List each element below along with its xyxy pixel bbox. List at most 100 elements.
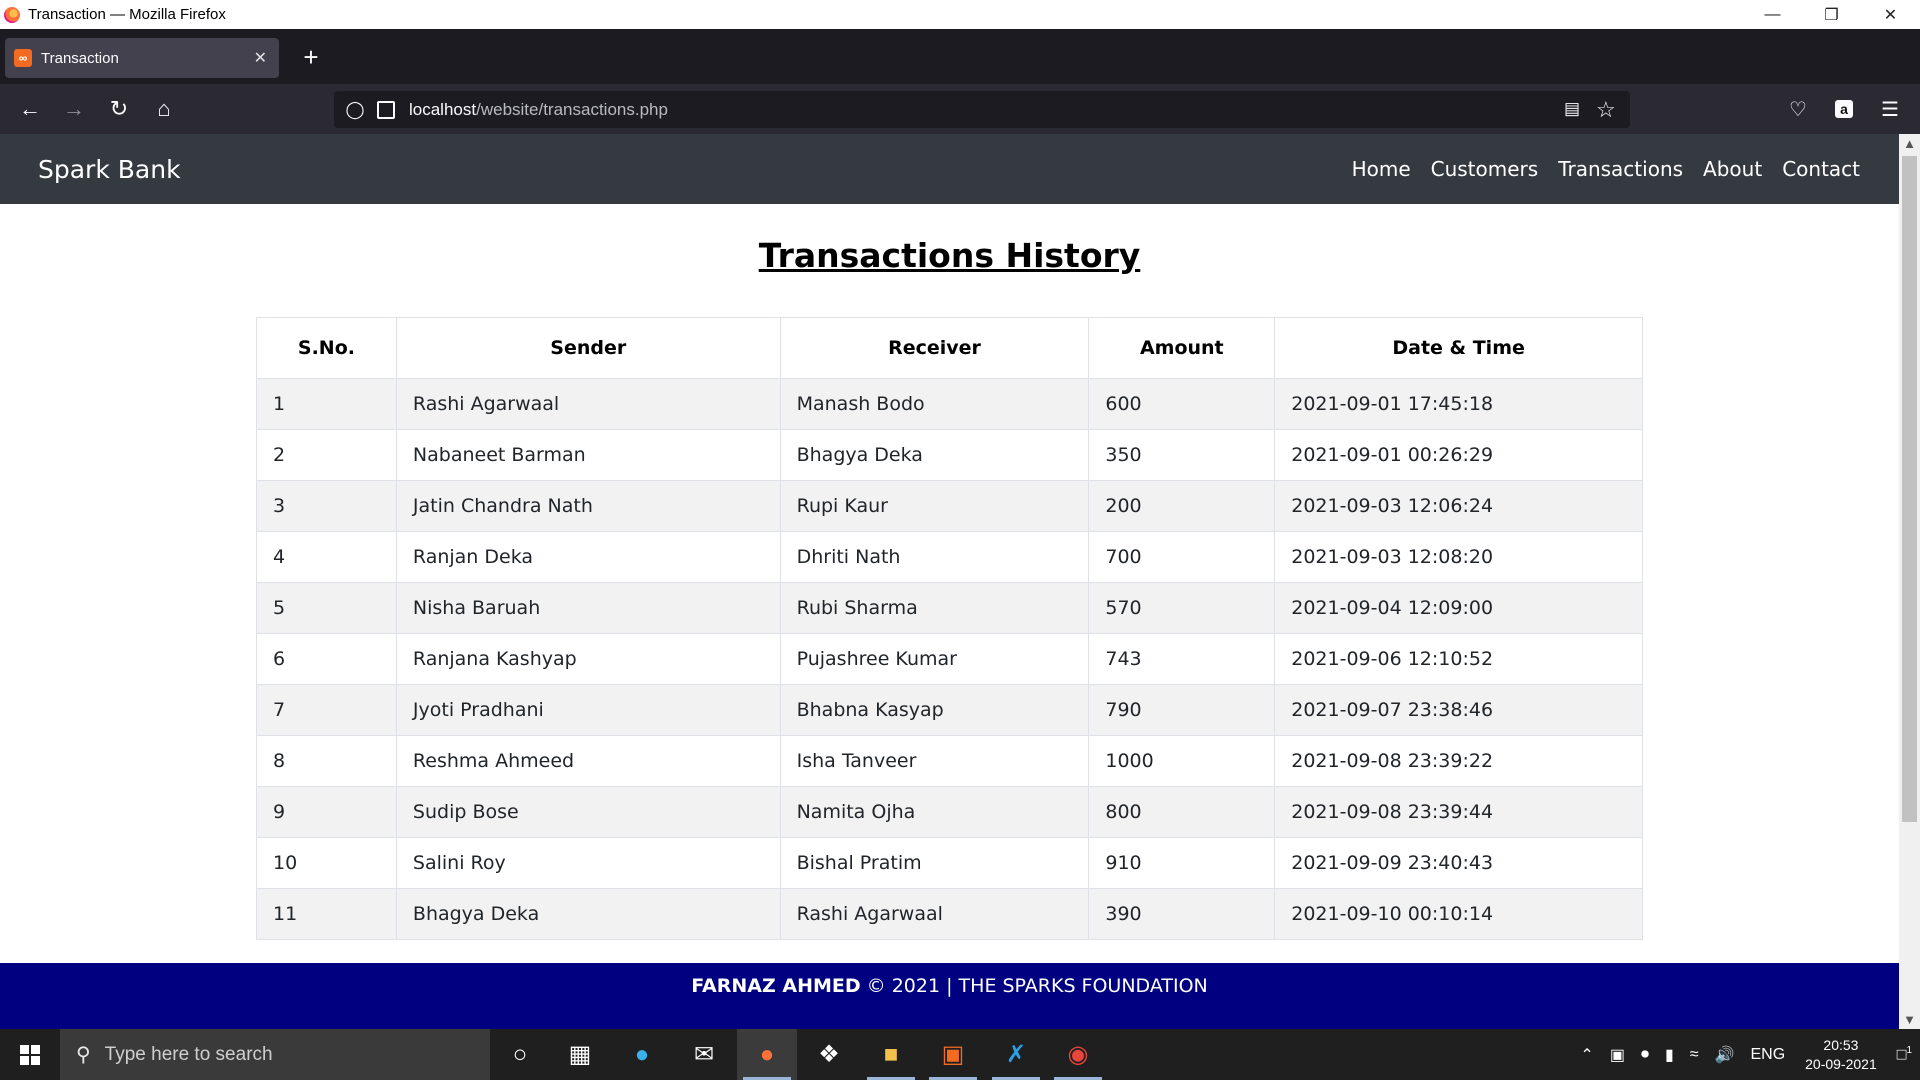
- cell-amount: 800: [1088, 786, 1276, 838]
- url-text[interactable]: localhost/website/transactions.php: [409, 100, 668, 120]
- cell-sender: Jatin Chandra Nath: [395, 480, 781, 532]
- cell-sno: 11: [256, 888, 397, 940]
- scrollbar-thumb[interactable]: [1902, 156, 1917, 822]
- header-sno: S.No.: [256, 317, 397, 379]
- tab-transaction[interactable]: ∞ Transaction ✕: [5, 38, 279, 78]
- window-controls: — ❐ ✕: [1743, 0, 1920, 29]
- forward-icon[interactable]: →: [58, 93, 90, 125]
- reader-view-icon[interactable]: ▤: [1564, 99, 1584, 119]
- xampp-icon[interactable]: ▣: [923, 1029, 983, 1080]
- cell-datetime: 2021-09-10 00:10:14: [1274, 888, 1643, 940]
- microphone-icon[interactable]: ⏺: [1641, 1046, 1649, 1064]
- wifi-icon[interactable]: ≈: [1690, 1046, 1699, 1064]
- minimize-icon[interactable]: —: [1743, 0, 1802, 29]
- cell-amount: 743: [1088, 633, 1276, 685]
- search-placeholder: Type here to search: [104, 1043, 273, 1065]
- mail-icon[interactable]: ✉: [674, 1029, 734, 1080]
- start-button[interactable]: [0, 1029, 60, 1080]
- nav-transactions[interactable]: Transactions: [1548, 157, 1693, 181]
- back-icon[interactable]: ←: [14, 93, 46, 125]
- cortana-icon[interactable]: ○: [490, 1029, 550, 1080]
- home-icon[interactable]: ⌂: [148, 93, 180, 125]
- chrome-icon[interactable]: ◉: [1048, 1029, 1108, 1080]
- pocket-icon[interactable]: ♡: [1782, 93, 1814, 125]
- cell-sender: Bhagya Deka: [395, 888, 781, 940]
- page-info-icon[interactable]: [377, 100, 395, 119]
- site-brand[interactable]: Spark Bank: [38, 155, 181, 184]
- cell-sno: 1: [256, 378, 397, 430]
- table-row: 2 Nabaneet Barman Bhagya Deka 350 2021-09-01…: [256, 429, 1643, 481]
- firefox-icon: [4, 6, 20, 23]
- firefox-taskbar-icon[interactable]: ●: [737, 1029, 797, 1080]
- windows-taskbar: ⚲ Type here to search ○ ▦ ● ✉ ● ❖ ■ ▣ ✗ …: [0, 1029, 1920, 1080]
- table-row: 6 Ranjana Kashyap Pujashree Kumar 743 2021-0…: [256, 633, 1643, 685]
- scroll-up-icon[interactable]: ▲: [1902, 136, 1917, 151]
- cell-sno: 2: [256, 429, 397, 481]
- table-row: 8 Reshma Ahmeed Isha Tanveer 1000 2021-09-08…: [256, 735, 1643, 787]
- vscode-icon[interactable]: ✗: [986, 1029, 1046, 1080]
- cell-sender: Jyoti Pradhani: [395, 684, 781, 736]
- cell-sender: Rashi Agarwaal: [395, 378, 781, 430]
- table-header-row: S.No. Sender Receiver Amount Date & Time: [256, 317, 1643, 379]
- nav-contact[interactable]: Contact: [1772, 157, 1870, 181]
- page-scrollbar[interactable]: ▲ ▼: [1899, 134, 1920, 1029]
- bookmark-star-icon[interactable]: ☆: [1596, 97, 1620, 122]
- browser-toolbar: ← → ↻ ⌂ ◯ localhost/website/transactions…: [0, 84, 1920, 134]
- volume-icon[interactable]: 🔊: [1715, 1045, 1735, 1065]
- transactions-table: S.No. Sender Receiver Amount Date & Time…: [256, 317, 1643, 940]
- reload-icon[interactable]: ↻: [103, 93, 135, 125]
- meet-now-icon[interactable]: ▣: [1610, 1045, 1625, 1065]
- cell-receiver: Manash Bodo: [779, 378, 1090, 430]
- show-hidden-icons-icon[interactable]: ⌃: [1580, 1045, 1593, 1065]
- scroll-down-icon[interactable]: ▼: [1902, 1012, 1917, 1027]
- cell-datetime: 2021-09-08 23:39:22: [1274, 735, 1643, 787]
- taskbar-search[interactable]: ⚲ Type here to search: [60, 1029, 490, 1080]
- windows-logo-icon: [20, 1044, 40, 1065]
- tab-close-icon[interactable]: ✕: [254, 48, 267, 68]
- cell-sno: 5: [256, 582, 397, 634]
- table-row: 1 Rashi Agarwaal Manash Bodo 600 2021-09-01 …: [256, 378, 1643, 430]
- cell-amount: 350: [1088, 429, 1276, 481]
- battery-icon[interactable]: ▮: [1665, 1045, 1674, 1065]
- cell-receiver: Dhriti Nath: [779, 531, 1090, 583]
- cell-sender: Nabaneet Barman: [395, 429, 781, 481]
- close-window-icon[interactable]: ✕: [1861, 0, 1920, 29]
- cell-amount: 600: [1088, 378, 1276, 430]
- cell-sno: 4: [256, 531, 397, 583]
- cell-datetime: 2021-09-08 23:39:44: [1274, 786, 1643, 838]
- cell-sno: 8: [256, 735, 397, 787]
- amazon-extension-icon[interactable]: a: [1828, 93, 1860, 125]
- system-tray: ⌃ ▣ ⏺ ▮ ≈ 🔊 ENG 20:53 20-09-2021 □1: [1572, 1029, 1920, 1080]
- table-row: 3 Jatin Chandra Nath Rupi Kaur 200 2021-09-0…: [256, 480, 1643, 532]
- cell-sender: Nisha Baruah: [395, 582, 781, 634]
- cell-sno: 10: [256, 837, 397, 889]
- header-amount: Amount: [1088, 317, 1276, 379]
- cell-sno: 6: [256, 633, 397, 685]
- notification-center-icon[interactable]: □1: [1897, 1045, 1912, 1064]
- restore-icon[interactable]: ❐: [1802, 0, 1861, 29]
- menu-hamburger-icon[interactable]: ☰: [1874, 93, 1906, 125]
- nav-home[interactable]: Home: [1342, 157, 1421, 181]
- dropbox-icon[interactable]: ❖: [799, 1029, 859, 1080]
- cell-datetime: 2021-09-09 23:40:43: [1274, 837, 1643, 889]
- tab-strip: ∞ Transaction ✕ +: [0, 29, 1920, 84]
- language-indicator[interactable]: ENG: [1750, 1046, 1785, 1064]
- cell-amount: 1000: [1088, 735, 1276, 787]
- tab-title: Transaction: [41, 49, 119, 67]
- cell-sno: 7: [256, 684, 397, 736]
- task-view-icon[interactable]: ▦: [550, 1029, 610, 1080]
- file-explorer-icon[interactable]: ■: [861, 1029, 921, 1080]
- footer-text: © 2021 | THE SPARKS FOUNDATION: [860, 975, 1208, 997]
- cell-sender: Ranjan Deka: [395, 531, 781, 583]
- tracking-protection-shield-icon[interactable]: ◯: [345, 100, 365, 120]
- clock[interactable]: 20:53 20-09-2021: [1805, 1036, 1877, 1074]
- cell-receiver: Isha Tanveer: [779, 735, 1090, 787]
- new-tab-button[interactable]: +: [295, 41, 327, 73]
- nav-about[interactable]: About: [1693, 157, 1772, 181]
- edge-icon[interactable]: ●: [612, 1029, 672, 1080]
- window-title: Transaction — Mozilla Firefox: [28, 6, 226, 23]
- address-bar[interactable]: ◯ localhost/website/transactions.php ▤ ☆: [334, 91, 1630, 128]
- nav-customers[interactable]: Customers: [1421, 157, 1549, 181]
- header-datetime: Date & Time: [1274, 317, 1643, 379]
- cell-amount: 390: [1088, 888, 1276, 940]
